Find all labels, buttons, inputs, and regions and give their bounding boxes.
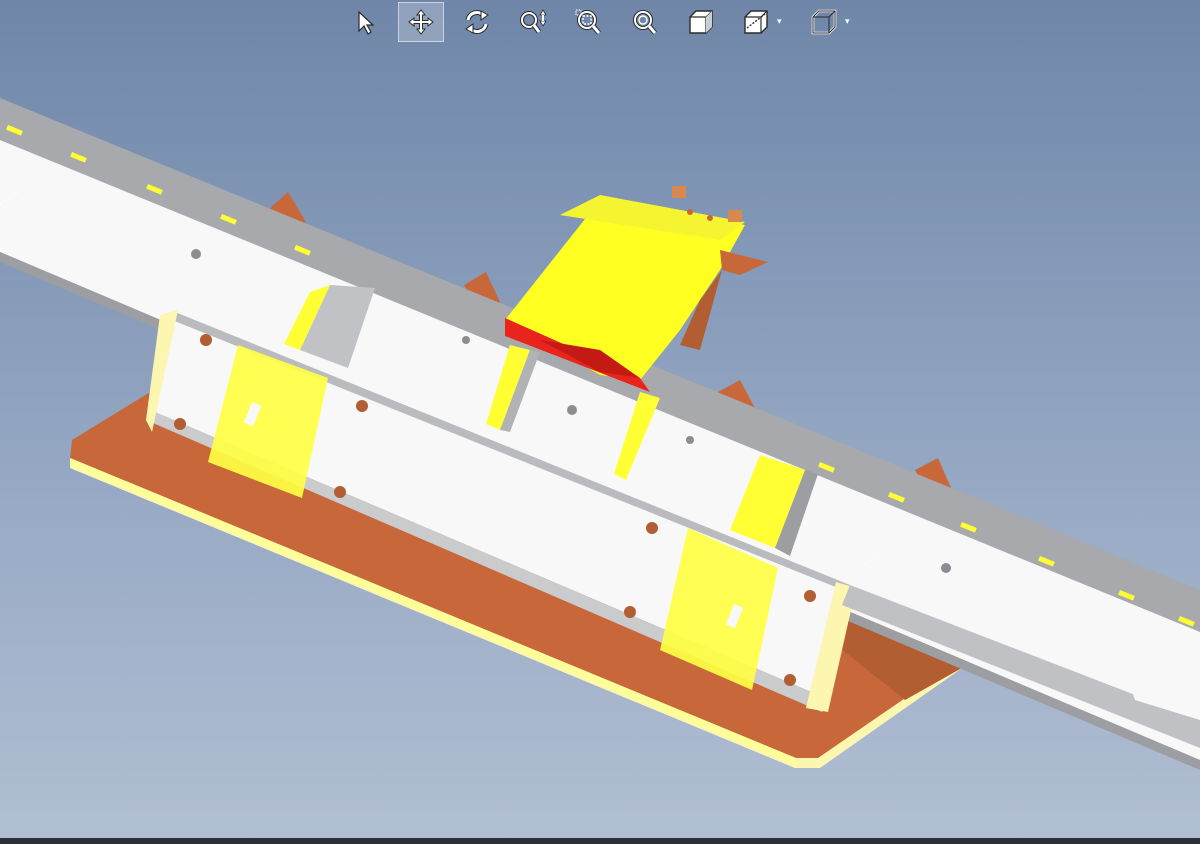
- pan-move-icon: [408, 9, 434, 35]
- cursor-arrow-icon: [358, 10, 375, 35]
- rotate-tool-button[interactable]: [454, 2, 500, 42]
- zoom-fit-tool-button[interactable]: [622, 2, 668, 42]
- view-orientation-button[interactable]: ▾: [802, 2, 860, 42]
- shaded-view-button[interactable]: [678, 2, 724, 42]
- cube-outline-icon: [811, 9, 837, 35]
- chevron-down-icon[interactable]: ▾: [845, 17, 850, 27]
- zoom-window-tool-button[interactable]: [566, 2, 612, 42]
- status-bar: [0, 838, 1200, 844]
- model-viewport[interactable]: ▾ ▾: [0, 0, 1200, 844]
- section-view-button[interactable]: ▾: [734, 2, 792, 42]
- pan-tool-button[interactable]: [398, 2, 444, 42]
- zoom-window-icon: [575, 9, 601, 35]
- cad-model-scene[interactable]: [0, 0, 1200, 844]
- zoom-fit-icon: [633, 10, 657, 35]
- select-tool-button[interactable]: [342, 2, 388, 42]
- chevron-down-icon[interactable]: ▾: [777, 17, 782, 27]
- zoom-tool-button[interactable]: [510, 2, 556, 42]
- zoom-updown-icon: [520, 9, 547, 34]
- view-toolbar: ▾ ▾: [342, 0, 870, 44]
- cube-section-icon: [744, 10, 768, 34]
- cube-shaded-icon: [689, 10, 713, 34]
- rotate-icon: [465, 10, 489, 34]
